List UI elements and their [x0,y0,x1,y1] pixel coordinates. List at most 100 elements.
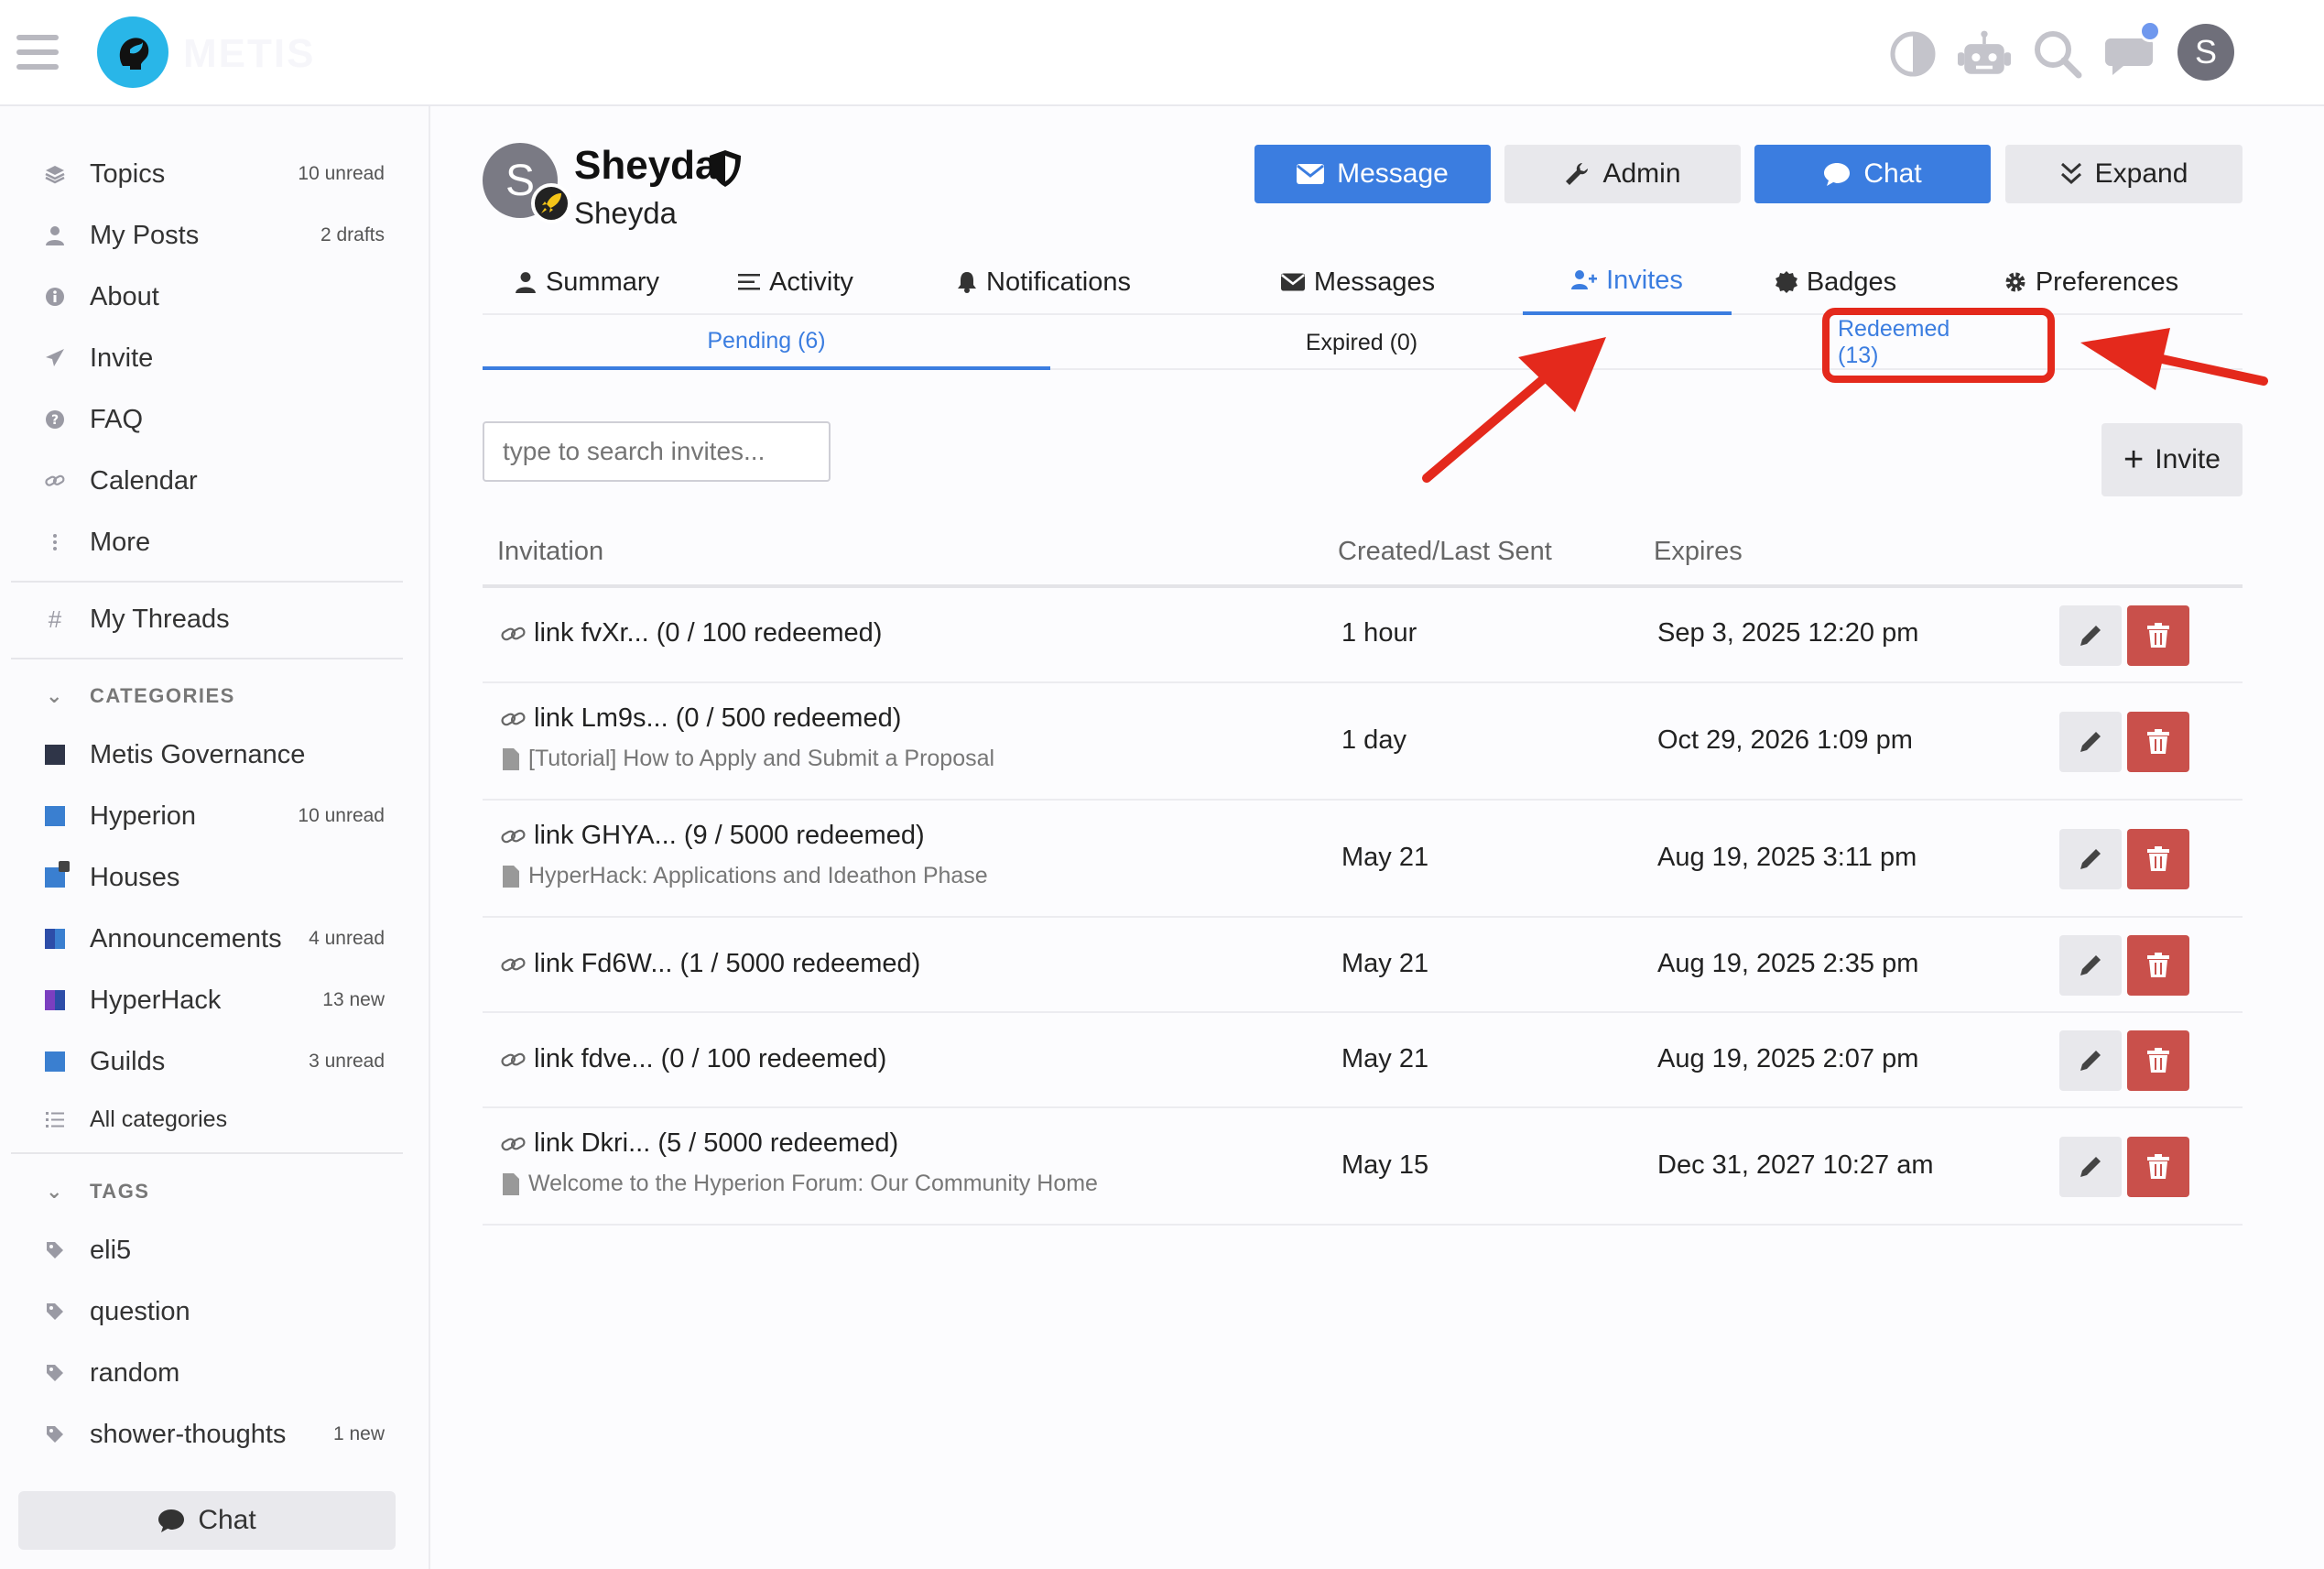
tab-badges[interactable]: Badges [1732,249,1940,315]
sidebar-item-my-posts[interactable]: My Posts 2 drafts [37,210,385,261]
rocket-badge-icon [531,183,571,223]
edit-invite-button[interactable] [2059,829,2122,889]
category-swatch [37,1043,73,1080]
user-plus-icon [1571,270,1598,289]
invite-link[interactable]: link fvXr... (0 / 100 redeemed) [501,618,882,648]
sidebar-item-topics[interactable]: Topics 10 unread [37,148,385,200]
sidebar-category[interactable]: Metis Governance [37,729,385,780]
chat-button[interactable]: Chat [1754,145,1991,203]
user-avatar[interactable]: S [2177,24,2234,81]
sidebar-item-my-threads[interactable]: # My Threads [37,594,385,645]
category-swatch [37,798,73,834]
link-icon [501,1052,526,1066]
sidebar-tag[interactable]: shower-thoughts 1 new [37,1409,385,1460]
sidebar-tag[interactable]: question [37,1286,385,1337]
tab-summary[interactable]: Summary [483,249,691,315]
created-date: May 21 [1341,1044,1429,1073]
link-icon [501,627,526,640]
tags-section-header[interactable]: ⌄ TAGS [37,1173,149,1210]
edit-invite-button[interactable] [2059,935,2122,996]
expires-date: Dec 31, 2027 10:27 am [1657,1150,1934,1180]
search-icon[interactable] [2031,27,2084,81]
sidebar-category[interactable]: Houses [37,852,385,903]
trash-icon [2147,1048,2169,1073]
invite-topic[interactable]: [Tutorial] How to Apply and Submit a Pro… [503,746,994,772]
hashtag-icon: # [48,605,62,633]
expires-date: Aug 19, 2025 2:07 pm [1657,1044,1919,1073]
invite-link[interactable]: link GHYA... (9 / 5000 redeemed) [501,821,925,851]
plus-icon: + [2123,441,2145,479]
create-invite-button[interactable]: + Invite [2101,423,2243,496]
created-date: May 21 [1341,949,1429,978]
tab-notifications[interactable]: Notifications [900,249,1188,315]
pencil-icon [2080,955,2101,975]
sidebar-item-calendar[interactable]: Calendar [37,455,385,507]
sidebar-item-about[interactable]: About [37,271,385,322]
expires-date: Aug 19, 2025 2:35 pm [1657,949,1919,978]
link-icon [501,712,526,725]
edit-invite-button[interactable] [2059,1030,2122,1091]
sidebar-tag[interactable]: random [37,1347,385,1399]
chat-icon [1824,163,1851,186]
edit-invite-button[interactable] [2059,605,2122,666]
invite-link[interactable]: link Lm9s... (0 / 500 redeemed) [501,703,901,734]
sidebar-tag[interactable]: eli5 [37,1225,385,1276]
invite-topic[interactable]: HyperHack: Applications and Ideathon Pha… [503,863,988,889]
delete-invite-button[interactable] [2127,1137,2189,1197]
trash-icon [2147,729,2169,754]
sidebar-category[interactable]: Hyperion 10 unread [37,790,385,842]
edit-invite-button[interactable] [2059,712,2122,772]
sidebar-divider [11,1152,403,1154]
site-logo[interactable] [97,16,168,88]
created-date: May 21 [1341,843,1429,872]
subtab-pending[interactable]: Pending (6) [483,315,1050,370]
tab-preferences[interactable]: Preferences [1940,249,2243,315]
invite-link[interactable]: link Fd6W... (1 / 5000 redeemed) [501,949,920,979]
invite-link[interactable]: link fdve... (0 / 100 redeemed) [501,1044,886,1074]
invite-topic[interactable]: Welcome to the Hyperion Forum: Our Commu… [503,1171,1098,1197]
delete-invite-button[interactable] [2127,935,2189,996]
user-icon [37,217,73,254]
sidebar-category[interactable]: Guilds 3 unread [37,1036,385,1087]
annotation-highlight-box [1822,308,2055,383]
pencil-icon [2080,849,2101,869]
link-icon [501,1137,526,1150]
delete-invite-button[interactable] [2127,605,2189,666]
hamburger-menu-icon[interactable] [16,35,59,70]
admin-button[interactable]: Admin [1504,145,1741,203]
message-button[interactable]: Message [1254,145,1491,203]
unread-count: 10 unread [298,163,385,184]
notification-dot [2139,20,2161,42]
expand-button[interactable]: Expand [2005,145,2243,203]
category-swatch [37,736,73,773]
tab-messages[interactable]: Messages [1188,249,1528,315]
edit-invite-button[interactable] [2059,1137,2122,1197]
ai-bot-icon[interactable] [1958,27,2011,81]
column-header-expires[interactable]: Expires [1654,537,1743,567]
delete-invite-button[interactable] [2127,1030,2189,1091]
sidebar-item-faq[interactable]: ? FAQ [37,394,385,445]
table-row: link GHYA... (9 / 5000 redeemed) HyperHa… [483,801,2243,918]
sidebar-chat-button[interactable]: Chat [18,1491,396,1550]
categories-section-header[interactable]: ⌄ CATEGORIES [37,678,235,714]
delete-invite-button[interactable] [2127,829,2189,889]
theme-toggle-icon[interactable] [1886,27,1939,81]
tab-invites[interactable]: Invites [1523,249,1732,315]
search-invites-input[interactable] [483,421,831,482]
sidebar-item-more[interactable]: More [37,517,385,568]
table-row: link Lm9s... (0 / 500 redeemed) [Tutoria… [483,683,2243,801]
profile-tabs: Summary Activity Notifications Messages … [483,249,2243,315]
column-header-created[interactable]: Created/Last Sent [1338,537,1552,567]
invite-link[interactable]: link Dkri... (5 / 5000 redeemed) [501,1128,898,1159]
tab-activity[interactable]: Activity [691,249,900,315]
column-header-invitation[interactable]: Invitation [497,537,603,567]
sidebar-all-categories[interactable]: All categories [37,1094,385,1145]
info-icon [37,278,73,315]
sidebar-item-invite[interactable]: Invite [37,332,385,384]
sidebar-category[interactable]: Announcements 4 unread [37,913,385,964]
pencil-icon [2080,626,2101,646]
delete-invite-button[interactable] [2127,712,2189,772]
trash-icon [2147,846,2169,871]
paper-plane-icon [37,340,73,376]
sidebar-category[interactable]: HyperHack 13 new [37,975,385,1026]
